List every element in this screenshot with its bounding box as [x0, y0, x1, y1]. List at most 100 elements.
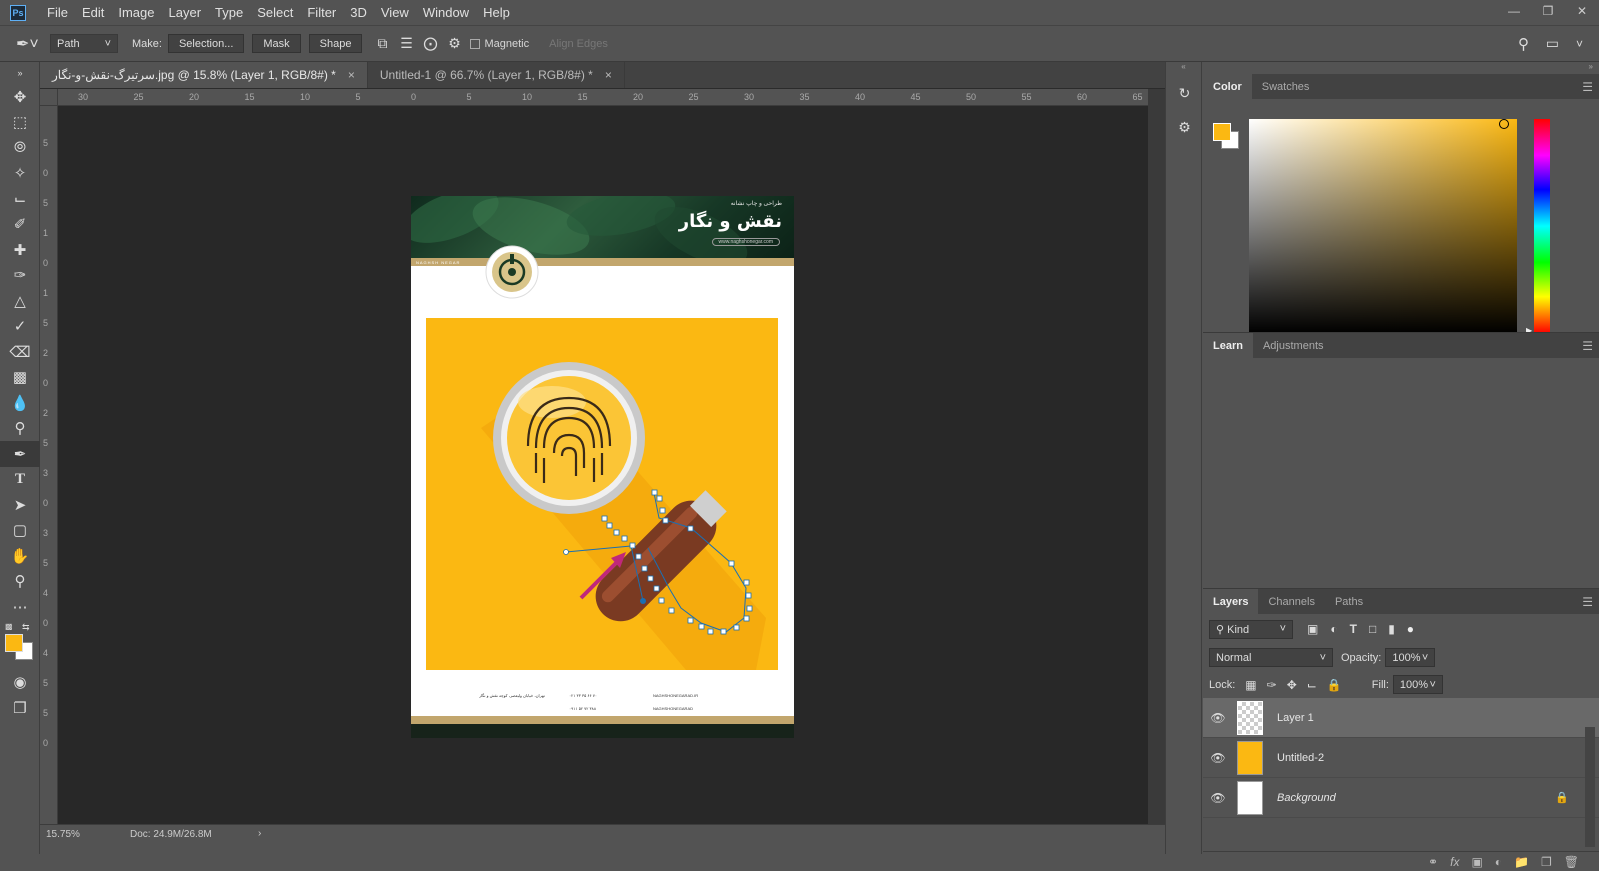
panel-menu-icon[interactable]: ☰	[1582, 595, 1593, 609]
delete-layer-icon[interactable]: 🗑	[1564, 855, 1579, 869]
path-operations-icon[interactable]: ⧉	[370, 34, 394, 54]
history-panel-icon[interactable]: ↻	[1166, 78, 1203, 108]
dodge-tool-icon[interactable]: ⚲	[0, 416, 40, 442]
type-tool-icon[interactable]: T	[0, 467, 40, 493]
menu-image[interactable]: Image	[111, 0, 161, 25]
search-icon[interactable]: ⚲	[1518, 35, 1529, 53]
new-group-icon[interactable]: 📁	[1514, 855, 1529, 869]
close-icon[interactable]: ×	[605, 68, 612, 82]
crop-tool-icon[interactable]: ⌙	[0, 186, 40, 212]
menu-help[interactable]: Help	[476, 0, 517, 25]
default-colors-icon[interactable]: ▩	[5, 622, 13, 631]
horizontal-ruler[interactable]: 30 25 20 15 10 5 0 5 10 15 20 25 30 35 40 45 50 55 60 65	[58, 89, 1148, 106]
panel-menu-icon[interactable]: ☰	[1582, 339, 1593, 353]
history-brush-tool-icon[interactable]: ✓	[0, 314, 40, 340]
clone-stamp-tool-icon[interactable]: △	[0, 288, 40, 314]
tab-document-1[interactable]: سرتیرگ-نقش-و-نگار.jpg @ 15.8% (Layer 1, …	[40, 62, 368, 88]
collapse-panels-icon[interactable]: «	[1166, 62, 1201, 74]
blend-mode-select[interactable]: Normal ˅	[1209, 648, 1333, 667]
workspace-icon[interactable]: ▭	[1546, 35, 1559, 52]
healing-brush-tool-icon[interactable]: ✚	[0, 237, 40, 263]
foreground-color-chip[interactable]	[1213, 123, 1231, 141]
gear-icon[interactable]: ⚙	[442, 34, 466, 54]
swap-colors-icon[interactable]: ⇆	[22, 622, 30, 633]
layers-scrollbar[interactable]	[1585, 727, 1595, 847]
menu-3d[interactable]: 3D	[343, 0, 374, 25]
pen-tool-icon[interactable]: ✒	[0, 441, 40, 467]
quick-mask-icon[interactable]: ◉	[0, 670, 40, 696]
menu-type[interactable]: Type	[208, 0, 250, 25]
adjustment-filter-icon[interactable]: ◐	[1330, 622, 1337, 636]
lock-artboard-icon[interactable]: ⌙	[1307, 678, 1317, 692]
zoom-level[interactable]: 15.75%	[46, 829, 80, 840]
path-alignment-icon[interactable]: ☰	[394, 34, 418, 54]
menu-filter[interactable]: Filter	[300, 0, 343, 25]
ruler-origin[interactable]	[40, 89, 58, 106]
more-tools-icon[interactable]: ⋯	[0, 594, 40, 620]
path-mode-select[interactable]: Path ˅	[50, 34, 118, 53]
screen-mode-icon[interactable]: ❐	[0, 695, 40, 721]
adjustment-layer-icon[interactable]: ◐	[1495, 855, 1502, 869]
workspace-chevron-icon[interactable]: ˅	[1576, 37, 1583, 51]
opacity-input[interactable]: 100% ˅	[1385, 648, 1436, 667]
menu-layer[interactable]: Layer	[162, 0, 209, 25]
saturation-value-field[interactable]	[1249, 119, 1517, 333]
collapse-toolbar-icon[interactable]: »	[0, 62, 40, 84]
lasso-tool-icon[interactable]: ⦾	[0, 135, 40, 161]
visibility-eye-icon[interactable]: 👁	[1203, 751, 1233, 765]
filter-toggle-icon[interactable]: ●	[1407, 622, 1414, 636]
tab-document-2[interactable]: Untitled-1 @ 66.7% (Layer 1, RGB/8#) * ×	[368, 62, 625, 88]
brush-tool-icon[interactable]: ✑	[0, 263, 40, 289]
lock-all-icon[interactable]: 🔒	[1327, 678, 1342, 692]
quick-selection-tool-icon[interactable]: ✧	[0, 161, 40, 187]
color-picker-handle[interactable]	[1499, 119, 1509, 129]
lock-image-icon[interactable]: ✑	[1267, 678, 1277, 692]
close-icon[interactable]: ×	[348, 68, 355, 82]
blur-tool-icon[interactable]: 💧	[0, 390, 40, 416]
tab-paths[interactable]: Paths	[1325, 589, 1373, 614]
gradient-tool-icon[interactable]: ▩	[0, 365, 40, 391]
path-arrangement-icon[interactable]: ⨀	[418, 34, 442, 54]
eyedropper-tool-icon[interactable]: ✐	[0, 212, 40, 238]
kind-filter-select[interactable]: ⚲ Kind ˅	[1209, 619, 1293, 639]
restore-icon[interactable]: ❐	[1531, 0, 1565, 22]
minimize-icon[interactable]: —	[1497, 0, 1531, 22]
new-layer-icon[interactable]: ❐	[1541, 855, 1552, 869]
tab-learn[interactable]: Learn	[1203, 333, 1253, 358]
eraser-tool-icon[interactable]: ⌫	[0, 339, 40, 365]
tab-channels[interactable]: Channels	[1258, 589, 1324, 614]
menu-view[interactable]: View	[374, 0, 416, 25]
lock-position-icon[interactable]: ✥	[1287, 678, 1297, 692]
magnetic-checkbox[interactable]: Magnetic	[470, 38, 529, 50]
status-menu-arrow-icon[interactable]: ›	[258, 828, 261, 839]
menu-edit[interactable]: Edit	[75, 0, 111, 25]
vertical-ruler[interactable]: 505101520253035404550	[40, 106, 58, 824]
fill-input[interactable]: 100% ˅	[1392, 675, 1443, 694]
rectangle-tool-icon[interactable]: ▢	[0, 518, 40, 544]
pen-tool-preset-icon[interactable]: ✒˅	[16, 34, 50, 54]
close-window-icon[interactable]: ✕	[1565, 0, 1599, 22]
shape-filter-icon[interactable]: □	[1369, 622, 1376, 636]
photoshop-logo-icon[interactable]: Ps	[10, 4, 26, 21]
menu-window[interactable]: Window	[416, 0, 476, 25]
layer-row-background[interactable]: 👁 Background 🔒	[1203, 778, 1599, 818]
foreground-color-swatch[interactable]	[5, 633, 23, 652]
pixel-filter-icon[interactable]: ▣	[1307, 622, 1318, 636]
layer-row-untitled-2[interactable]: 👁 Untitled-2	[1203, 738, 1599, 778]
hand-tool-icon[interactable]: ✋	[0, 543, 40, 569]
tab-layers[interactable]: Layers	[1203, 589, 1259, 614]
document-canvas[interactable]: طراحی و چاپ نشانه نقش و نگار www.naghsho…	[411, 196, 794, 738]
zoom-tool-icon[interactable]: ⚲	[0, 569, 40, 595]
smart-object-filter-icon[interactable]: ▮	[1388, 622, 1395, 636]
properties-panel-icon[interactable]: ⚙	[1166, 112, 1203, 142]
visibility-eye-icon[interactable]: 👁	[1203, 711, 1233, 725]
layer-row-layer-1[interactable]: 👁 Layer 1	[1203, 698, 1599, 738]
mask-button[interactable]: Mask	[252, 34, 301, 53]
layer-style-icon[interactable]: fx	[1450, 855, 1459, 869]
tab-swatches[interactable]: Swatches	[1252, 74, 1320, 99]
visibility-eye-icon[interactable]: 👁	[1203, 791, 1233, 805]
link-layers-icon[interactable]: ⚭	[1428, 855, 1438, 869]
tab-color[interactable]: Color	[1203, 74, 1252, 99]
selection-button[interactable]: Selection...	[167, 34, 245, 53]
path-selection-tool-icon[interactable]: ➤	[0, 492, 40, 518]
